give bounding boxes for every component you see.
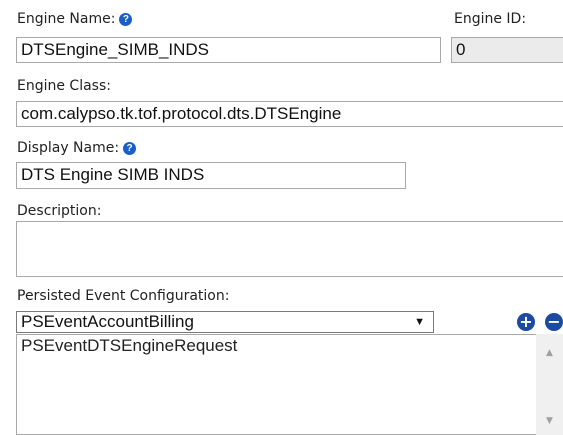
engine-name-help-icon[interactable]: ? xyxy=(119,13,133,26)
engine-id-input: 0 xyxy=(451,37,563,63)
description-textarea[interactable] xyxy=(16,221,563,277)
add-event-button[interactable]: + xyxy=(517,313,535,331)
persisted-event-select[interactable]: PSEventAccountBilling ▼ xyxy=(16,311,434,333)
description-label: Description: xyxy=(17,203,102,219)
engine-id-label: Engine ID: xyxy=(454,11,527,27)
engine-name-input[interactable]: DTSEngine_SIMB_INDS xyxy=(16,37,441,63)
scroll-up-icon[interactable]: ▲ xyxy=(536,348,563,358)
engine-class-label: Engine Class: xyxy=(17,78,111,94)
engine-class-input[interactable]: com.calypso.tk.tof.protocol.dts.DTSEngin… xyxy=(16,101,563,127)
engine-name-label: Engine Name:? xyxy=(17,10,133,28)
list-item[interactable]: PSEventDTSEngineRequest xyxy=(21,335,532,357)
display-name-label: Display Name:? xyxy=(17,139,137,157)
persisted-event-list[interactable]: PSEventDTSEngineRequest xyxy=(16,334,536,435)
display-name-help-icon[interactable]: ? xyxy=(123,142,137,155)
plus-circle-icon: + xyxy=(519,312,533,331)
persisted-event-label: Persisted Event Configuration: xyxy=(17,288,230,304)
list-scrollbar[interactable]: ▲ ▼ xyxy=(536,334,563,435)
persisted-event-selected-value: PSEventAccountBilling xyxy=(21,312,194,331)
minus-circle-icon: − xyxy=(547,312,561,331)
scroll-down-icon[interactable]: ▼ xyxy=(536,416,563,426)
remove-event-button[interactable]: − xyxy=(545,313,563,331)
display-name-input[interactable]: DTS Engine SIMB INDS xyxy=(16,162,406,189)
dropdown-arrow-icon: ▼ xyxy=(414,316,425,328)
